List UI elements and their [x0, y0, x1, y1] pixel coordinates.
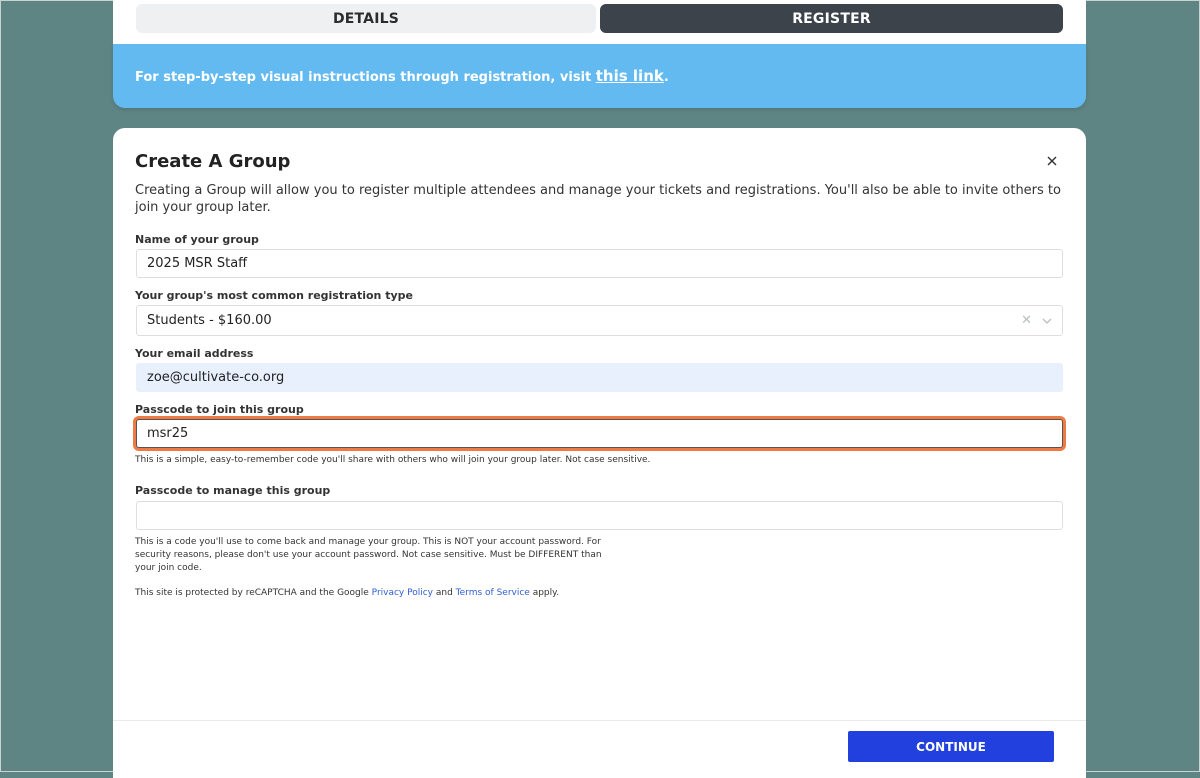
email-field[interactable]: [136, 363, 1063, 392]
recaptcha-notice: This site is protected by reCAPTCHA and …: [135, 587, 559, 600]
manage-code-help: This is a code you'll use to come back a…: [135, 536, 602, 575]
manage-code-help-line: your join code.: [135, 563, 202, 573]
join-code-label: Passcode to join this group: [135, 403, 304, 416]
info-banner: For step-by-step visual instructions thr…: [113, 44, 1086, 108]
privacy-policy-link[interactable]: Privacy Policy: [372, 588, 433, 598]
reg-type-value: Students - $160.00: [147, 313, 272, 328]
instructions-link[interactable]: this link: [596, 67, 664, 85]
join-code-help: This is a simple, easy-to-remember code …: [135, 455, 651, 465]
join-code-input[interactable]: [136, 419, 1063, 448]
manage-code-label: Passcode to manage this group: [135, 484, 331, 497]
reg-type-select[interactable]: Students - $160.00 ✕: [136, 305, 1063, 336]
continue-button[interactable]: CONTINUE: [848, 731, 1054, 762]
reg-type-label: Your group's most common registration ty…: [135, 289, 413, 302]
tab-register[interactable]: REGISTER: [600, 4, 1063, 33]
modal-title: Create A Group: [135, 151, 291, 172]
close-icon[interactable]: [1044, 153, 1060, 169]
banner-text: For step-by-step visual instructions thr…: [135, 67, 669, 85]
email-label: Your email address: [135, 347, 254, 360]
tab-bar: DETAILS REGISTER: [113, 0, 1086, 44]
group-name-label: Name of your group: [135, 233, 259, 246]
manage-code-input[interactable]: [136, 501, 1063, 530]
terms-of-service-link[interactable]: Terms of Service: [456, 588, 530, 598]
recaptcha-suffix: apply.: [529, 588, 560, 598]
recaptcha-and: and: [433, 588, 456, 598]
group-name-input[interactable]: [136, 249, 1063, 278]
modal-intro: Creating a Group will allow you to regis…: [135, 183, 1061, 215]
chevron-down-icon[interactable]: [1042, 317, 1052, 325]
create-group-modal: Create A Group Creating a Group will all…: [113, 128, 1086, 778]
footer-divider: [113, 720, 1086, 721]
banner-period: .: [663, 70, 669, 85]
banner-message: For step-by-step visual instructions thr…: [135, 70, 596, 85]
tab-details[interactable]: DETAILS: [136, 4, 596, 33]
manage-code-help-line: security reasons, please don't use your …: [135, 550, 602, 560]
recaptcha-prefix: This site is protected by reCAPTCHA and …: [135, 588, 372, 598]
clear-icon[interactable]: ✕: [1021, 313, 1032, 328]
manage-code-help-line: This is a code you'll use to come back a…: [135, 537, 601, 547]
